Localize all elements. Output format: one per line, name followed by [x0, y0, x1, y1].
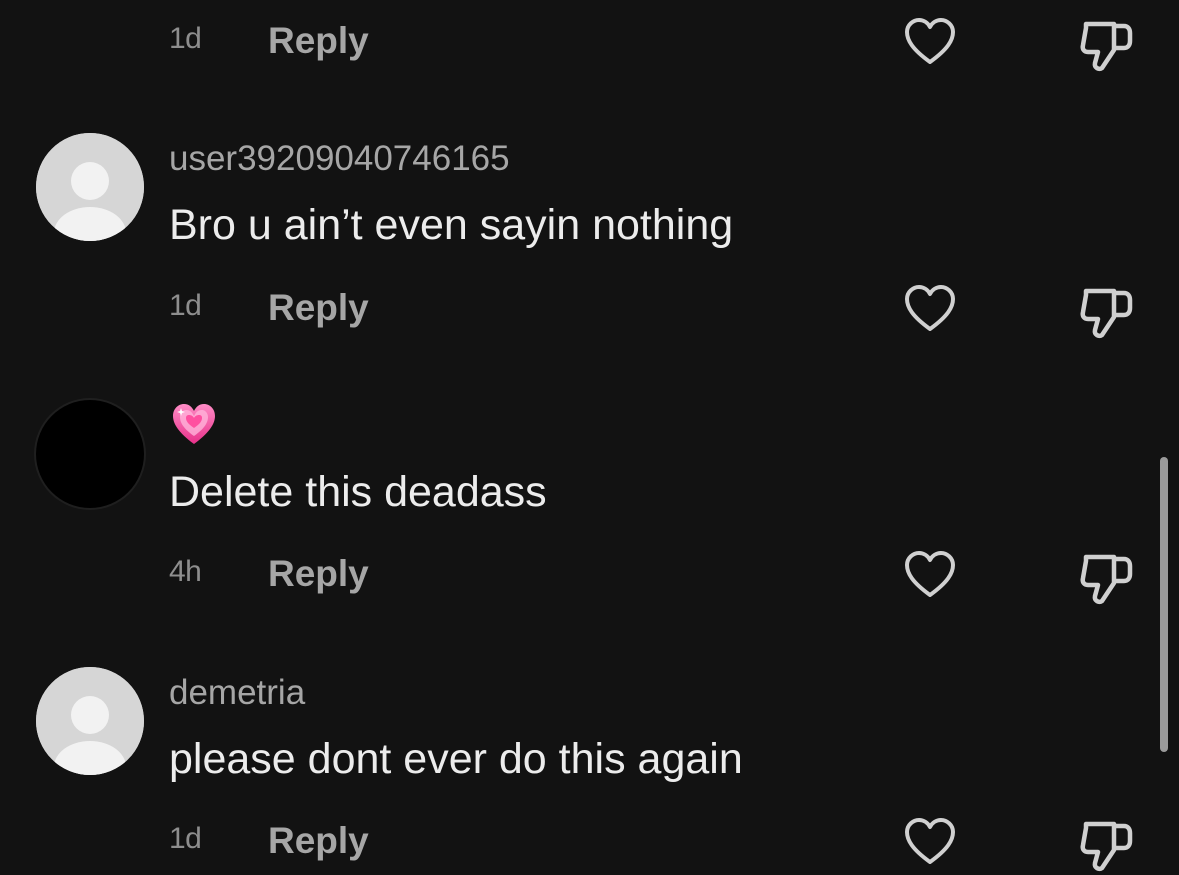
sparkling-heart-icon[interactable] — [171, 402, 217, 446]
avatar[interactable] — [36, 400, 144, 508]
comment-timestamp: 1d — [169, 22, 202, 55]
comment-actions-row: 1d Reply — [0, 808, 1179, 872]
heart-icon[interactable] — [902, 283, 958, 335]
reply-button[interactable]: Reply — [268, 553, 369, 595]
thumbs-down-icon[interactable] — [1076, 283, 1136, 341]
comment-item: demetria please dont ever do this again — [0, 667, 1179, 807]
heart-icon[interactable] — [902, 549, 958, 601]
comment-actions-row: 1d Reply — [0, 8, 1179, 72]
comment-actions-row: 1d Reply — [0, 275, 1179, 339]
comment-actions-row: 4h Reply — [0, 541, 1179, 605]
comment-text: please dont ever do this again — [169, 735, 743, 783]
comment-text: Bro u ain’t even sayin nothing — [169, 201, 734, 249]
thumbs-down-icon[interactable] — [1076, 16, 1136, 74]
default-avatar-icon — [36, 133, 144, 241]
scrollbar-thumb[interactable] — [1160, 457, 1168, 752]
comment-username[interactable]: demetria — [169, 673, 305, 713]
comment-item: Delete this deadass — [0, 400, 1179, 540]
heart-icon[interactable] — [902, 816, 958, 868]
thumbs-down-icon[interactable] — [1076, 549, 1136, 607]
comment-item: user39209040746165 Bro u ain’t even sayi… — [0, 133, 1179, 273]
comments-panel: 1d Reply user39209040746165 Bro u ain’t … — [0, 0, 1179, 875]
comment-timestamp: 1d — [169, 822, 202, 855]
avatar[interactable] — [36, 133, 144, 241]
avatar[interactable] — [36, 667, 144, 775]
reply-button[interactable]: Reply — [268, 287, 369, 329]
comment-username[interactable]: user39209040746165 — [169, 139, 510, 179]
thumbs-down-icon[interactable] — [1076, 816, 1136, 874]
heart-icon[interactable] — [902, 16, 958, 68]
reply-button[interactable]: Reply — [268, 820, 369, 862]
reply-button[interactable]: Reply — [268, 20, 369, 62]
default-avatar-icon — [36, 667, 144, 775]
comment-text: Delete this deadass — [169, 468, 547, 516]
comment-timestamp: 1d — [169, 289, 202, 322]
comment-timestamp: 4h — [169, 555, 202, 588]
